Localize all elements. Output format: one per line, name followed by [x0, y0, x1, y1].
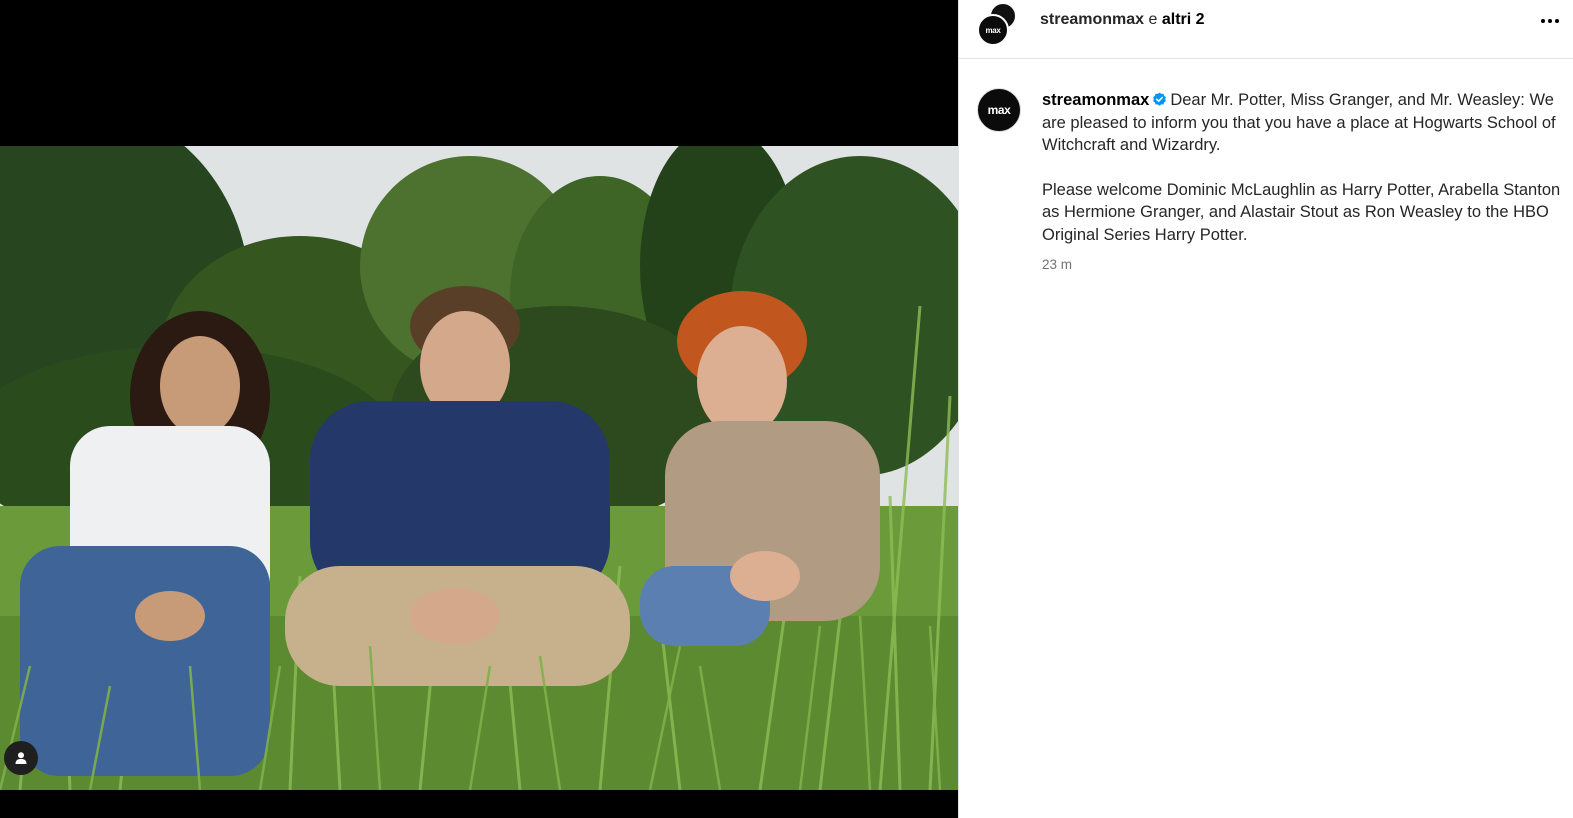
user-tag-icon [15, 752, 27, 764]
caption-avatar[interactable]: max [977, 88, 1021, 132]
caption-paragraph-1: streamonmax Dear Mr. Potter, Miss Grange… [1042, 89, 1567, 157]
post-viewer: max streamonmax e altri 2 max streamonma… [0, 0, 1573, 818]
caption-username[interactable]: streamonmax [1042, 91, 1149, 109]
post-header: max streamonmax e altri 2 [959, 0, 1573, 59]
more-horizontal-icon [1541, 19, 1545, 23]
collab-avatar-primary: max [977, 14, 1009, 46]
caption-paragraph-2: Please welcome Dominic McLaughlin as Har… [1042, 180, 1561, 244]
caption-body: streamonmax Dear Mr. Potter, Miss Grange… [1042, 89, 1567, 277]
collab-avatars[interactable]: max [977, 2, 1023, 46]
collab-title: streamonmax e altri 2 [1040, 11, 1205, 29]
media-panel [0, 0, 958, 818]
post-sidebar: max streamonmax e altri 2 max streamonma… [958, 0, 1573, 818]
user-tag-button[interactable] [4, 741, 38, 775]
post-photo[interactable] [0, 146, 958, 790]
more-options-button[interactable] [1535, 8, 1565, 34]
header-others-link[interactable]: altri 2 [1162, 11, 1205, 28]
header-username[interactable]: streamonmax [1040, 11, 1144, 28]
caption-avatar-text: max [987, 103, 1011, 117]
photo-illustration [0, 146, 958, 790]
avatar-logo-text: max [985, 25, 1001, 35]
verified-badge-icon [1153, 92, 1167, 106]
post-timestamp[interactable]: 23 m [1042, 254, 1567, 277]
header-connector: e [1144, 11, 1162, 28]
